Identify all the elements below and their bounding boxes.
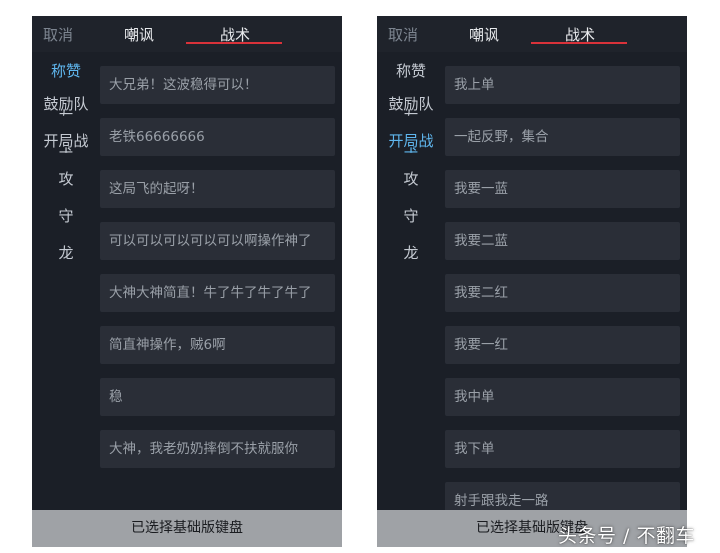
message-item[interactable]: 我要二蓝 bbox=[445, 222, 680, 260]
message-item[interactable]: 老铁66666666 bbox=[100, 118, 335, 156]
sidebar-item-praise[interactable]: 称赞 bbox=[32, 60, 100, 82]
sidebar-item-dragon[interactable]: 龙 bbox=[32, 242, 100, 264]
message-item[interactable]: 我上单 bbox=[445, 66, 680, 104]
top-bar: 取消 嘲讽 战术 bbox=[377, 16, 687, 52]
sidebar-item-label: 龙 bbox=[403, 244, 419, 262]
message-item[interactable]: 大神大神简直！牛了牛了牛了牛了 bbox=[100, 274, 335, 312]
message-item[interactable]: 一起反野，集合 bbox=[445, 118, 680, 156]
sidebar-item-label-overflow: 友 bbox=[403, 109, 419, 127]
tab-taunt[interactable]: 嘲讽 bbox=[469, 24, 499, 45]
message-item[interactable]: 大兄弟！这波稳得可以！ bbox=[100, 66, 335, 104]
sidebar-item-encourage-team[interactable]: 鼓励队 友 bbox=[377, 93, 445, 116]
message-item[interactable]: 我下单 bbox=[445, 430, 680, 468]
right-phone-panel: 取消 嘲讽 战术 称赞 鼓励队 友 开局战 术 攻 守 龙 我上单 一起反野，集… bbox=[377, 16, 687, 547]
message-item[interactable]: 我要一蓝 bbox=[445, 170, 680, 208]
sidebar-item-label-overflow: 友 bbox=[58, 109, 74, 127]
cancel-button[interactable]: 取消 bbox=[388, 24, 418, 45]
sidebar-item-label: 攻 bbox=[403, 170, 419, 188]
message-item[interactable]: 可以可以可以可以可以啊操作神了 bbox=[100, 222, 335, 260]
watermark: 头条号 / 不翻车 bbox=[558, 525, 695, 547]
sidebar-item-praise[interactable]: 称赞 bbox=[377, 60, 445, 82]
sidebar-item-label: 守 bbox=[58, 207, 74, 225]
sidebar-item-label-overflow: 术 bbox=[58, 146, 74, 164]
active-tab-underline bbox=[186, 42, 282, 44]
sidebar-item-defend[interactable]: 守 bbox=[32, 205, 100, 227]
keyboard-status-bar[interactable]: 已选择基础版键盘 bbox=[32, 510, 342, 547]
message-item[interactable]: 简直神操作，贼6啊 bbox=[100, 326, 335, 364]
left-phone-panel: 取消 嘲讽 战术 称赞 鼓励队 友 开局战 术 攻 守 龙 大兄弟！这波稳得可以… bbox=[32, 16, 342, 547]
cancel-button[interactable]: 取消 bbox=[43, 24, 73, 45]
message-item[interactable]: 我要二红 bbox=[445, 274, 680, 312]
sidebar-item-label: 称赞 bbox=[395, 62, 426, 80]
sidebar-item-opening-tactics[interactable]: 开局战 术 bbox=[32, 130, 100, 153]
active-tab-underline bbox=[531, 42, 627, 44]
sidebar-item-label: 称赞 bbox=[50, 62, 81, 80]
message-item[interactable]: 稳 bbox=[100, 378, 335, 416]
sidebar-item-dragon[interactable]: 龙 bbox=[377, 242, 445, 264]
sidebar-item-label: 守 bbox=[403, 207, 419, 225]
sidebar-item-opening-tactics[interactable]: 开局战 术 bbox=[377, 130, 445, 153]
top-bar: 取消 嘲讽 战术 bbox=[32, 16, 342, 52]
sidebar-item-label: 龙 bbox=[58, 244, 74, 262]
sidebar-item-defend[interactable]: 守 bbox=[377, 205, 445, 227]
message-item[interactable]: 这局飞的起呀！ bbox=[100, 170, 335, 208]
message-item[interactable]: 大神，我老奶奶摔倒不扶就服你 bbox=[100, 430, 335, 468]
sidebar-item-encourage-team[interactable]: 鼓励队 友 bbox=[32, 93, 100, 116]
message-item[interactable]: 我要一红 bbox=[445, 326, 680, 364]
sidebar-item-label: 攻 bbox=[58, 170, 74, 188]
sidebar-item-attack[interactable]: 攻 bbox=[32, 168, 100, 190]
message-item[interactable]: 我中单 bbox=[445, 378, 680, 416]
tab-taunt[interactable]: 嘲讽 bbox=[124, 24, 154, 45]
sidebar-item-attack[interactable]: 攻 bbox=[377, 168, 445, 190]
sidebar-item-label-overflow: 术 bbox=[403, 146, 419, 164]
